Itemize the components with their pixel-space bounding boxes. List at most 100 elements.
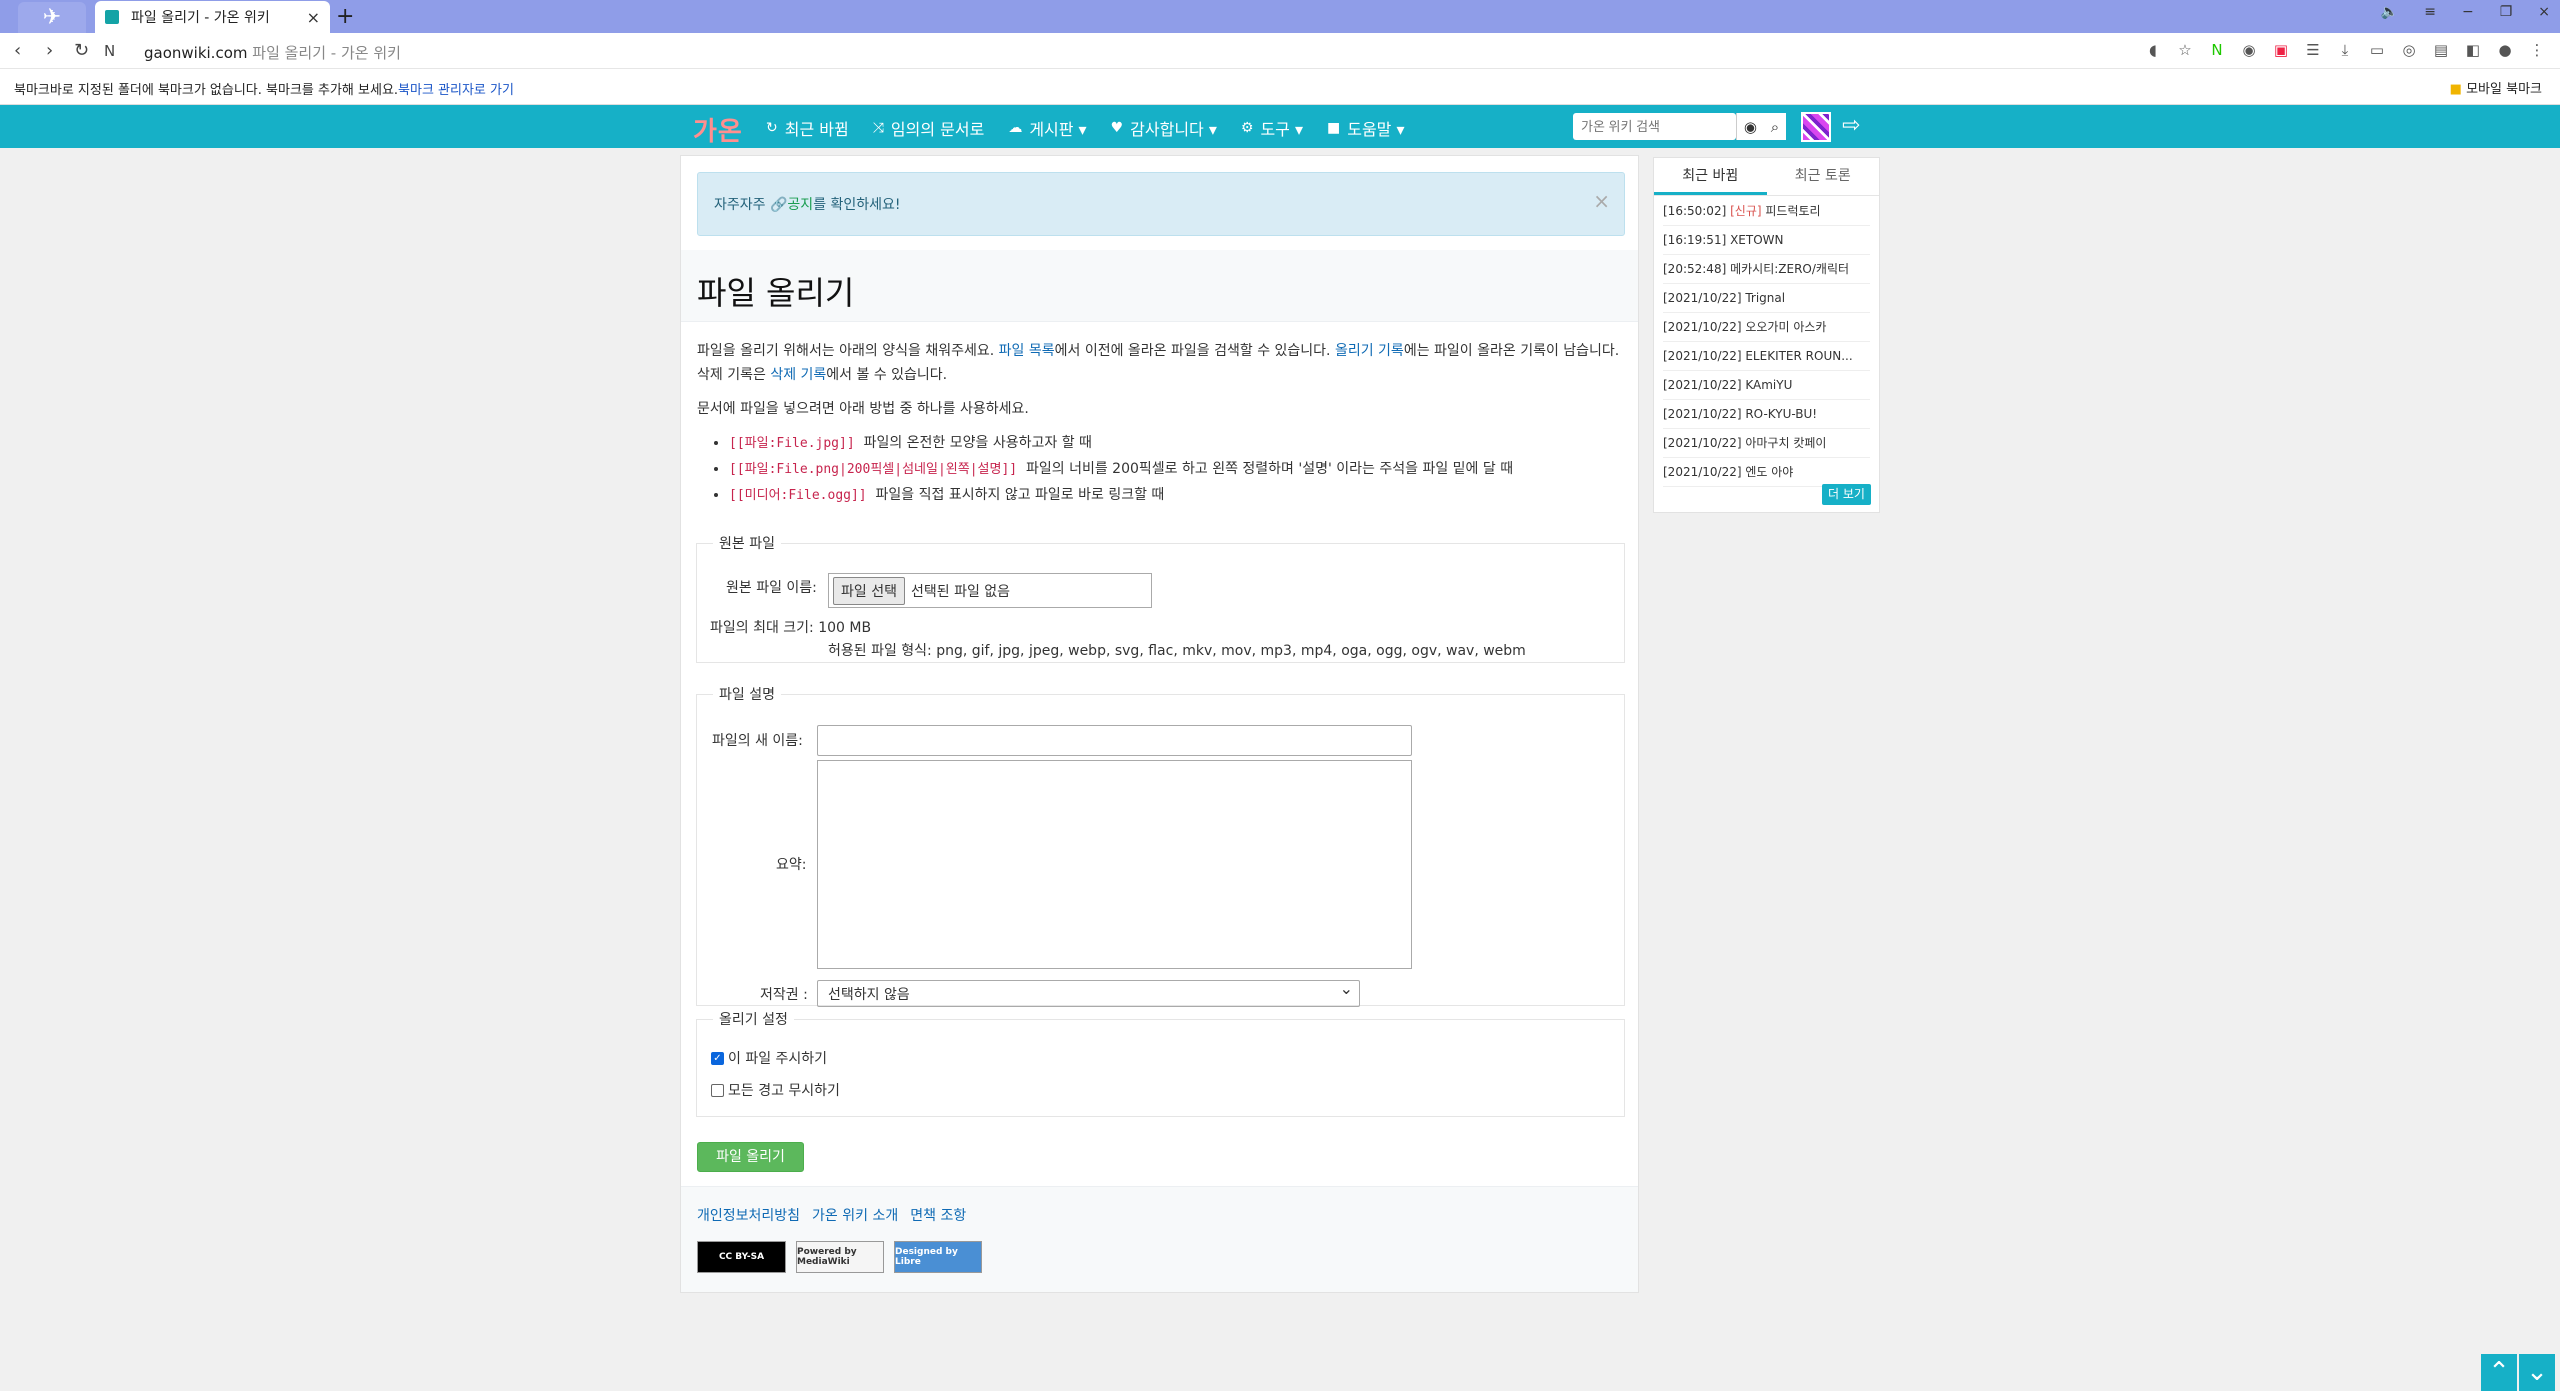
eye-icon[interactable]: ◉ (1744, 118, 1757, 136)
restore-icon[interactable]: ❐ (2500, 4, 2513, 20)
watch-checkbox[interactable]: ✓ (711, 1051, 724, 1065)
sidebar-tabs: 최근 바뀜 최근 토론 (1654, 158, 1879, 196)
file-picker[interactable]: 파일 선택 선택된 파일 없음 (828, 573, 1152, 608)
recent-item[interactable]: [20:52:48] 메카시티:ZERO/캐릭터 (1663, 255, 1870, 284)
notice-link[interactable]: 🔗공지 (770, 197, 813, 213)
wiki-favicon-icon (105, 10, 119, 24)
download-icon[interactable]: ⤓ (2336, 41, 2354, 59)
main-content: 자주자주 🔗공지를 확인하세요! × 파일 올리기 파일을 올리기 위해서는 아… (680, 155, 1639, 1293)
user-avatar[interactable] (1801, 112, 1831, 142)
license-select[interactable]: 선택하지 않음 (817, 979, 1360, 1007)
forward-icon[interactable]: › (46, 40, 53, 61)
mediawiki-badge[interactable]: Powered by MediaWiki (796, 1241, 884, 1273)
browser-tab[interactable]: 파일 올리기 - 가온 위키 × (95, 1, 330, 33)
recent-list: [16:50:02] [신규] 피드럭토리 [16:19:51] XETOWN … (1654, 196, 1879, 488)
source-file-legend: 원본 파일 (719, 536, 775, 552)
book-icon: ■ (1327, 120, 1341, 136)
recent-item[interactable]: [2021/10/22] 엔도 아야 (1663, 458, 1870, 487)
heart-icon: ♥ (1110, 120, 1124, 136)
back-icon[interactable]: ‹ (14, 40, 21, 61)
more-button[interactable]: 더 보기 (1822, 484, 1871, 505)
recent-title: 아마구치 캇페이 (1741, 436, 1827, 450)
browser-tab-bar: ✈ 파일 올리기 - 가온 위키 × + 🔈 ≡ − ❐ × (0, 0, 2560, 33)
shield-icon[interactable]: ◖ (2144, 41, 2162, 59)
reload-icon[interactable]: ↻ (74, 40, 89, 61)
new-tab-button[interactable]: + (336, 4, 354, 29)
nav-tools[interactable]: ⚙ 도구 ▾ (1241, 116, 1303, 140)
tab-recent-changes[interactable]: 최근 바뀜 (1654, 158, 1767, 195)
recent-time: [2021/10/22] (1663, 320, 1742, 334)
recent-item[interactable]: [2021/10/22] RO-KYU-BU! (1663, 400, 1870, 429)
playlist-icon[interactable]: ☰ (2304, 41, 2322, 59)
bookmark-manager-link[interactable]: 북마크 관리자로 가기 (398, 83, 514, 98)
recent-item[interactable]: [2021/10/22] KAmiYU (1663, 371, 1870, 400)
usage-item: [[파일:File.png|200픽셀|섬네일|왼쪽|설명]] 파일의 너비를 … (729, 457, 1625, 482)
notice-suffix: 를 확인하세요! (813, 197, 901, 213)
gear-icon: ⚙ (1240, 120, 1254, 136)
page-body: 파일을 올리기 위해서는 아래의 양식을 채워주세요. 파일 목록에서 이전에 … (697, 339, 1625, 509)
close-icon[interactable]: × (1593, 189, 1610, 213)
menu-icon[interactable]: ≡ (2424, 4, 2436, 20)
more-menu-icon[interactable]: ⋮ (2528, 41, 2546, 59)
summary-textarea[interactable] (817, 760, 1412, 969)
file-list-link[interactable]: 파일 목록 (999, 343, 1055, 359)
reader-icon[interactable]: ▤ (2432, 41, 2450, 59)
minimize-icon[interactable]: − (2462, 4, 2474, 20)
choose-file-button[interactable]: 파일 선택 (833, 576, 905, 605)
notice-alert: 자주자주 🔗공지를 확인하세요! × (697, 172, 1625, 236)
close-tab-icon[interactable]: × (307, 8, 320, 27)
naver-icon[interactable]: N (2208, 41, 2226, 59)
video-icon[interactable]: ▭ (2368, 41, 2386, 59)
ignore-checkbox[interactable] (711, 1083, 724, 1097)
new-name-input[interactable] (817, 725, 1412, 756)
watch-checkbox-row[interactable]: ✓ 이 파일 주시하기 (711, 1048, 827, 1068)
cc-license-badge[interactable]: CC BY-SA (697, 1241, 786, 1273)
profile-icon[interactable]: ● (2496, 41, 2514, 59)
scroll-up-icon[interactable]: ⌃ (2481, 1354, 2517, 1391)
search-buttons: ◉ ⌕ (1736, 113, 1786, 140)
star-icon[interactable]: ☆ (2176, 41, 2194, 59)
nav-random-page[interactable]: ⤨ 임의의 문서로 (873, 116, 985, 140)
camera-icon[interactable]: ◎ (2400, 41, 2418, 59)
allowed-types-text: 허용된 파일 형식: png, gif, jpg, jpeg, webp, sv… (828, 643, 1526, 659)
recent-item[interactable]: [16:50:02] [신규] 피드럭토리 (1663, 197, 1870, 226)
recent-item[interactable]: [2021/10/22] ELEKITER ROUN... (1663, 342, 1870, 371)
nav-board[interactable]: ☁ 게시판 ▾ (1008, 116, 1086, 140)
delete-log-link[interactable]: 삭제 기록 (770, 367, 826, 383)
privacy-link[interactable]: 개인정보처리방침 (697, 1205, 800, 1225)
license-label: 저작권 : (760, 987, 808, 1003)
ignore-checkbox-row[interactable]: 모든 경고 무시하기 (711, 1080, 840, 1100)
about-link[interactable]: 가온 위키 소개 (812, 1205, 898, 1225)
recent-item[interactable]: [16:19:51] XETOWN (1663, 226, 1870, 255)
recent-item[interactable]: [2021/10/22] Trignal (1663, 284, 1870, 313)
site-info-icon[interactable]: N (104, 42, 115, 60)
recent-title: 피드럭토리 (1761, 204, 1821, 218)
recent-time: [2021/10/22] (1663, 378, 1742, 392)
mobile-bookmarks[interactable]: 모바일 북마크 (2450, 78, 2542, 97)
recent-item[interactable]: [2021/10/22] 오오가미 아스카 (1663, 313, 1870, 342)
bookmark-message-text: 북마크바로 지정된 폴더에 북마크가 없습니다. 북마크를 추가해 보세요. (14, 83, 399, 98)
nav-thanks[interactable]: ♥ 감사합니다 ▾ (1111, 116, 1217, 140)
logout-icon[interactable]: ⇨ (1842, 113, 1860, 138)
close-window-icon[interactable]: × (2538, 4, 2550, 20)
bird-logo-icon[interactable]: ✈ (18, 2, 86, 33)
disclaimer-link[interactable]: 면책 조항 (910, 1205, 966, 1225)
upload-button[interactable]: 파일 올리기 (697, 1142, 804, 1172)
sidebar-icon[interactable]: ◧ (2464, 41, 2482, 59)
no-file-text: 선택된 파일 없음 (910, 583, 1011, 600)
tab-recent-discussions[interactable]: 최근 토론 (1767, 158, 1880, 195)
libre-badge[interactable]: Designed by Libre (894, 1241, 982, 1273)
upload-log-link[interactable]: 올리기 기록 (1335, 343, 1404, 359)
nav-help[interactable]: ■ 도움말 ▾ (1327, 116, 1405, 140)
url-field[interactable]: gaonwiki.com 파일 올리기 - 가온 위키 (144, 42, 401, 63)
scroll-down-icon[interactable]: ⌄ (2519, 1354, 2555, 1391)
search-icon[interactable]: ⌕ (1771, 118, 1779, 136)
search-input[interactable] (1573, 113, 1733, 140)
wiki-brand[interactable]: 가온 (693, 111, 743, 148)
nav-recent-changes[interactable]: ↻ 최근 바뀜 (766, 116, 849, 140)
volume-icon[interactable]: 🔈 (2381, 4, 2398, 20)
recent-item[interactable]: [2021/10/22] 아마구치 캇페이 (1663, 429, 1870, 458)
shield-ext-icon[interactable]: ◉ (2240, 41, 2258, 59)
nav-label: 감사합니다 ▾ (1130, 120, 1217, 139)
lock-ext-icon[interactable]: ▣ (2272, 41, 2290, 59)
